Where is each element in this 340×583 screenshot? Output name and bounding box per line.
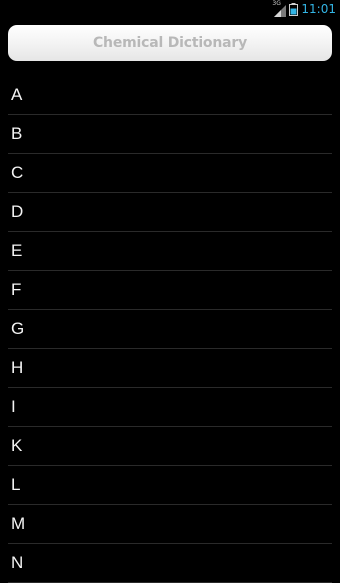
list-item-letter-e[interactable]: E <box>8 232 332 271</box>
letter-label: C <box>11 163 24 182</box>
letter-label: N <box>11 553 24 572</box>
letter-label: G <box>11 319 25 338</box>
letter-list: A B C D E F G H I K L M N <box>0 76 340 583</box>
page-title: Chemical Dictionary <box>92 35 247 51</box>
status-bar: 3G 11:01 <box>0 0 340 18</box>
letter-label: M <box>11 514 26 533</box>
letter-label: L <box>11 475 21 494</box>
list-item-letter-i[interactable]: I <box>8 388 332 427</box>
list-item-letter-l[interactable]: L <box>8 466 332 505</box>
list-item-letter-b[interactable]: B <box>8 115 332 154</box>
list-item-letter-n[interactable]: N <box>8 544 332 583</box>
status-time: 11:01 <box>301 2 336 16</box>
letter-label: H <box>11 358 24 377</box>
title-bar: Chemical Dictionary <box>8 25 332 61</box>
list-item-letter-d[interactable]: D <box>8 193 332 232</box>
list-item-letter-h[interactable]: H <box>8 349 332 388</box>
list-item-letter-c[interactable]: C <box>8 154 332 193</box>
signal-icon: 3G <box>272 0 287 17</box>
letter-label: E <box>11 241 23 260</box>
list-item-letter-g[interactable]: G <box>8 310 332 349</box>
network-type-label: 3G <box>272 0 281 7</box>
battery-icon <box>289 2 299 16</box>
letter-label: B <box>11 124 23 143</box>
list-item-letter-f[interactable]: F <box>8 271 332 310</box>
letter-label: K <box>11 436 23 455</box>
letter-label: A <box>11 85 23 104</box>
list-item-letter-a[interactable]: A <box>8 76 332 115</box>
letter-label: I <box>11 397 16 416</box>
list-item-letter-m[interactable]: M <box>8 505 332 544</box>
letter-label: D <box>11 202 24 221</box>
letter-label: F <box>11 280 22 299</box>
list-item-letter-k[interactable]: K <box>8 427 332 466</box>
